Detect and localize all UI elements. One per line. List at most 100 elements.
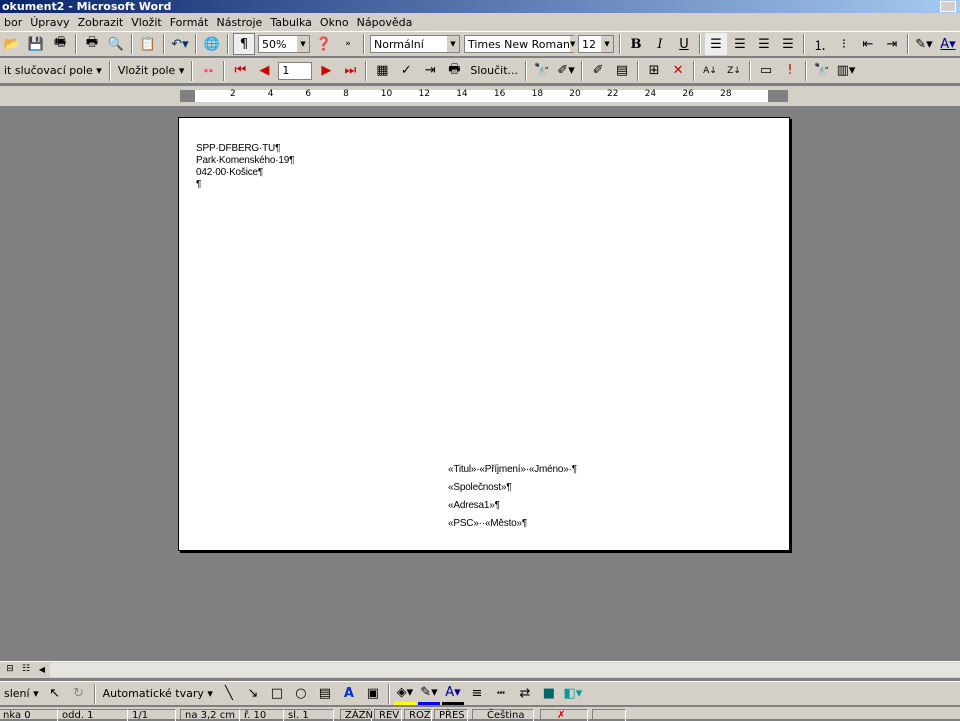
manage-fields-icon[interactable]: ▤ [611,60,633,82]
separator [108,60,111,81]
bold-icon[interactable]: B [625,33,647,55]
font-size-select[interactable]: 12 ▼ [578,35,614,53]
clip-art-icon[interactable]: ▣ [362,683,384,705]
check-errors-icon[interactable]: ✓ [395,60,417,82]
text-box-icon[interactable]: ▤ [314,683,336,705]
show-formatting-icon[interactable]: ¶ [233,33,255,55]
delete-record-icon[interactable]: ✕ [667,60,689,82]
menu-file[interactable]: bor [0,16,26,29]
record-number-input[interactable]: 1 [278,61,313,80]
menu-window[interactable]: Okno [316,16,353,29]
style-select[interactable]: Normální ▼ [370,35,460,53]
insert-field-button[interactable]: Vložit pole ▾ [114,64,189,77]
open-icon[interactable]: 📂 [1,33,23,55]
insert-database-icon[interactable]: ▭ [755,60,777,82]
paste-icon[interactable]: 📋 [137,33,159,55]
merge-button[interactable]: Sloučit... [466,64,522,77]
status-record-macro[interactable]: ZÁZN [340,709,373,721]
menu-format[interactable]: Formát [166,16,213,29]
find-icon[interactable]: 🔭 [811,60,833,82]
oval-icon[interactable]: ○ [290,683,312,705]
increase-indent-icon[interactable]: ⇥ [881,33,903,55]
merge-to-printer-icon[interactable]: 🖶 [443,60,465,82]
view-merged-data-icon[interactable]: «» [197,60,219,82]
next-record-icon[interactable]: ▶ [315,60,337,82]
underline-icon[interactable]: U [673,33,695,55]
scroll-track[interactable] [50,663,960,677]
data-form-icon[interactable]: ✐ [587,60,609,82]
separator [637,60,640,81]
spelling-status-icon[interactable]: ✗ [540,709,588,721]
print-icon[interactable]: 🖶 [81,33,103,55]
font-color-icon[interactable]: A▾ [441,683,464,705]
draw-menu-button[interactable]: slení ▾ [0,687,43,700]
status-track-changes[interactable]: REV [374,709,402,721]
status-extend[interactable]: ROZ [404,709,432,721]
more-buttons-icon[interactable]: » [337,33,359,55]
merge-to-document-icon[interactable]: ⇥ [419,60,441,82]
italic-icon[interactable]: I [649,33,671,55]
font-select[interactable]: Times New Roman ▼ [464,35,576,53]
fax-icon[interactable]: 🖷 [49,33,71,55]
menu-tools[interactable]: Nástroje [212,16,266,29]
last-record-icon[interactable]: ⏭ [339,60,361,82]
document-page[interactable]: SPP·DFBERG·TU¶ Park·Komenského·19¶ 042·0… [178,117,790,551]
update-fields-icon[interactable]: ! [779,60,801,82]
select-objects-icon[interactable]: ↖ [44,683,66,705]
align-left-icon[interactable]: ☰ [705,33,727,55]
find-record-icon[interactable]: 🔭 [531,60,553,82]
wordart-icon[interactable]: A [338,683,360,705]
line-color-icon[interactable]: ✎▾ [417,683,440,705]
status-language[interactable]: Čeština [472,709,534,721]
separator [163,34,165,54]
autoshapes-button[interactable]: Automatické tvary ▾ [99,687,217,700]
menu-insert[interactable]: Vložit [127,16,165,29]
sort-ascending-icon[interactable]: A↓ [699,60,721,82]
separator [363,34,365,54]
arrow-icon[interactable]: ↘ [242,683,264,705]
font-color-icon[interactable]: A▾ [937,33,959,55]
line-style-icon[interactable]: ≡ [466,683,488,705]
shadow-icon[interactable]: ■ [538,683,560,705]
mail-merge-helper-icon[interactable]: ▦ [371,60,393,82]
help-icon[interactable]: ❓ [313,33,335,55]
add-record-icon[interactable]: ⊞ [643,60,665,82]
align-right-icon[interactable]: ☰ [753,33,775,55]
sort-descending-icon[interactable]: Z↓ [723,60,745,82]
outline-view-icon[interactable]: ☷ [19,662,33,676]
align-center-icon[interactable]: ☰ [729,33,751,55]
menu-view[interactable]: Zobrazit [74,16,128,29]
line-icon[interactable]: ╲ [218,683,240,705]
zoom-select[interactable]: 50% ▼ [258,35,310,53]
numbering-icon[interactable]: ⒈ [809,33,831,55]
scroll-left-icon[interactable]: ◀ [35,662,49,676]
web-icon[interactable]: 🌐 [201,33,223,55]
rectangle-icon[interactable]: □ [266,683,288,705]
horizontal-scrollbar[interactable]: ⊟ ☷ ◀ [0,661,960,678]
menu-help[interactable]: Nápověda [353,16,417,29]
dash-style-icon[interactable]: ┅ [490,683,512,705]
status-overtype[interactable]: PŘES [434,709,468,721]
3d-icon[interactable]: ◧▾ [562,683,584,705]
menu-table[interactable]: Tabulka [266,16,316,29]
save-icon[interactable]: 💾 [25,33,47,55]
undo-icon[interactable]: ↶▾ [169,33,191,55]
arrow-style-icon[interactable]: ⇄ [514,683,536,705]
first-record-icon[interactable]: ⏮ [229,60,251,82]
close-window-button[interactable] [940,1,956,12]
free-rotate-icon[interactable]: ↻ [68,683,90,705]
horizontal-ruler[interactable]: 2 4 6 8 10 12 14 16 18 20 22 24 26 28 [0,86,960,106]
edit-source-icon[interactable]: ▥▾ [835,60,857,82]
previous-record-icon[interactable]: ◀ [253,60,275,82]
decrease-indent-icon[interactable]: ⇤ [857,33,879,55]
bullets-icon[interactable]: ⁝ [833,33,855,55]
justify-icon[interactable]: ☰ [777,33,799,55]
status-line: ř. 10 [240,709,284,721]
normal-view-icon[interactable]: ⊟ [3,662,17,676]
fill-color-icon[interactable]: ◈▾ [393,683,416,705]
print-preview-icon[interactable]: 🔍 [105,33,127,55]
edit-data-source-icon[interactable]: ✐▾ [555,60,577,82]
menu-edit[interactable]: Úpravy [26,16,73,29]
highlight-icon[interactable]: ✎▾ [913,33,935,55]
insert-merge-field-button[interactable]: it slučovací pole ▾ [0,64,106,77]
